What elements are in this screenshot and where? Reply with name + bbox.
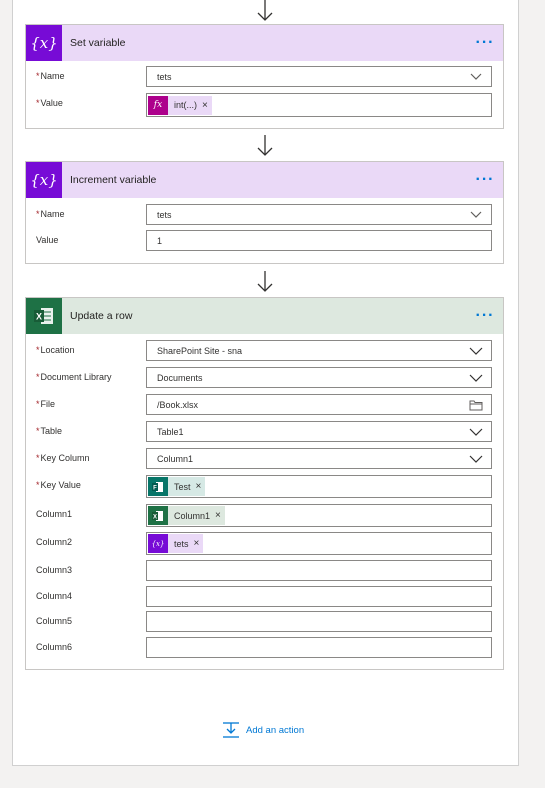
- remove-token-icon[interactable]: ×: [215, 510, 221, 521]
- location-row: *Location SharePoint Site - sna: [26, 340, 503, 361]
- chevron-down-icon: [469, 455, 483, 463]
- increment-variable-card: {x} Increment variable ··· *Name tets Va…: [25, 161, 504, 264]
- value-row: Value 1: [26, 230, 503, 251]
- key-value-row: *Key Value F Test ×: [26, 475, 503, 498]
- set-variable-card: {x} Set variable ··· *Name tets *Value f…: [25, 24, 504, 129]
- remove-token-icon[interactable]: ×: [196, 481, 202, 492]
- column4-label: Column4: [36, 591, 73, 601]
- value-row: *Value fx int(...) ×: [26, 93, 503, 117]
- table-row-field: *Table Table1: [26, 421, 503, 442]
- column3-input[interactable]: [146, 560, 492, 581]
- table-label: *Table: [36, 426, 63, 436]
- variable-icon: {x}: [148, 534, 168, 553]
- more-options-icon[interactable]: ···: [467, 35, 503, 51]
- column1-row: Column1 X Column1 ×: [26, 504, 503, 527]
- column4-row: Column4: [26, 586, 503, 607]
- location-label: *Location: [36, 345, 75, 355]
- key-value-input[interactable]: F Test ×: [146, 475, 492, 498]
- key-value-label: *Key Value: [36, 480, 81, 490]
- connector-arrow-icon: [257, 135, 273, 156]
- location-dropdown[interactable]: SharePoint Site - sna: [146, 340, 492, 361]
- excel-icon: X: [148, 506, 168, 525]
- folder-icon[interactable]: [469, 398, 483, 412]
- excel-icon: X: [26, 298, 62, 334]
- column2-row: Column2 {x} tets ×: [26, 532, 503, 555]
- expression-token[interactable]: fx int(...) ×: [148, 95, 212, 115]
- card-title: Increment variable: [70, 174, 157, 186]
- file-label: *File: [36, 399, 56, 409]
- document-library-row: *Document Library Documents: [26, 367, 503, 388]
- value-input[interactable]: 1: [146, 230, 492, 251]
- name-row: *Name tets: [26, 204, 503, 225]
- column6-row: Column6: [26, 637, 503, 658]
- column6-label: Column6: [36, 642, 73, 652]
- more-options-icon[interactable]: ···: [467, 308, 503, 324]
- card-title: Update a row: [70, 310, 133, 322]
- remove-token-icon[interactable]: ×: [202, 100, 208, 111]
- set-variable-header[interactable]: {x} Set variable ···: [26, 25, 503, 61]
- column5-row: Column5: [26, 611, 503, 632]
- column5-input[interactable]: [146, 611, 492, 632]
- forms-token[interactable]: F Test ×: [148, 477, 206, 496]
- svg-text:X: X: [153, 514, 157, 520]
- column4-input[interactable]: [146, 586, 492, 607]
- variable-icon: {x}: [26, 162, 62, 198]
- column1-label: Column1: [36, 509, 73, 519]
- chevron-down-icon: [469, 374, 483, 382]
- name-row: *Name tets: [26, 66, 503, 87]
- expression-icon: fx: [148, 95, 168, 115]
- name-dropdown[interactable]: tets: [146, 66, 492, 87]
- file-row: *File /Book.xlsx: [26, 394, 503, 415]
- card-title: Set variable: [70, 37, 126, 49]
- more-options-icon[interactable]: ···: [467, 172, 503, 188]
- value-input[interactable]: fx int(...) ×: [146, 93, 492, 117]
- key-column-dropdown[interactable]: Column1: [146, 448, 492, 469]
- file-picker[interactable]: /Book.xlsx: [146, 394, 492, 415]
- chevron-down-icon: [469, 428, 483, 436]
- document-library-label: *Document Library: [36, 372, 112, 382]
- column6-input[interactable]: [146, 637, 492, 658]
- document-library-dropdown[interactable]: Documents: [146, 367, 492, 388]
- chevron-down-icon: [470, 211, 482, 218]
- value-label: Value: [36, 235, 59, 245]
- column5-label: Column5: [36, 616, 73, 626]
- key-column-row: *Key Column Column1: [26, 448, 503, 469]
- add-action-button[interactable]: Add an action: [222, 721, 304, 739]
- name-label: *Name: [36, 209, 65, 219]
- connector-arrow-icon: [257, 271, 273, 292]
- column1-input[interactable]: X Column1 ×: [146, 504, 492, 527]
- forms-icon: F: [148, 477, 168, 496]
- excel-token[interactable]: X Column1 ×: [148, 506, 225, 525]
- chevron-down-icon: [469, 347, 483, 355]
- name-dropdown[interactable]: tets: [146, 204, 492, 225]
- connector-arrow-icon: [257, 0, 273, 21]
- column3-label: Column3: [36, 565, 73, 575]
- add-action-icon: [223, 722, 239, 738]
- key-column-label: *Key Column: [36, 453, 90, 463]
- svg-text:F: F: [153, 485, 157, 491]
- column3-row: Column3: [26, 560, 503, 581]
- value-label: *Value: [36, 98, 63, 108]
- update-row-card: X Update a row ··· *Location SharePoint …: [25, 297, 504, 670]
- update-row-header[interactable]: X Update a row ···: [26, 298, 503, 334]
- column2-input[interactable]: {x} tets ×: [146, 532, 492, 555]
- chevron-down-icon: [470, 73, 482, 80]
- remove-token-icon[interactable]: ×: [194, 538, 200, 549]
- increment-variable-header[interactable]: {x} Increment variable ···: [26, 162, 503, 198]
- add-action-label: Add an action: [246, 724, 305, 736]
- variable-token[interactable]: {x} tets ×: [148, 534, 204, 553]
- variable-icon: {x}: [26, 25, 62, 61]
- svg-text:X: X: [36, 312, 42, 322]
- column2-label: Column2: [36, 537, 73, 547]
- table-dropdown[interactable]: Table1: [146, 421, 492, 442]
- name-label: *Name: [36, 71, 65, 81]
